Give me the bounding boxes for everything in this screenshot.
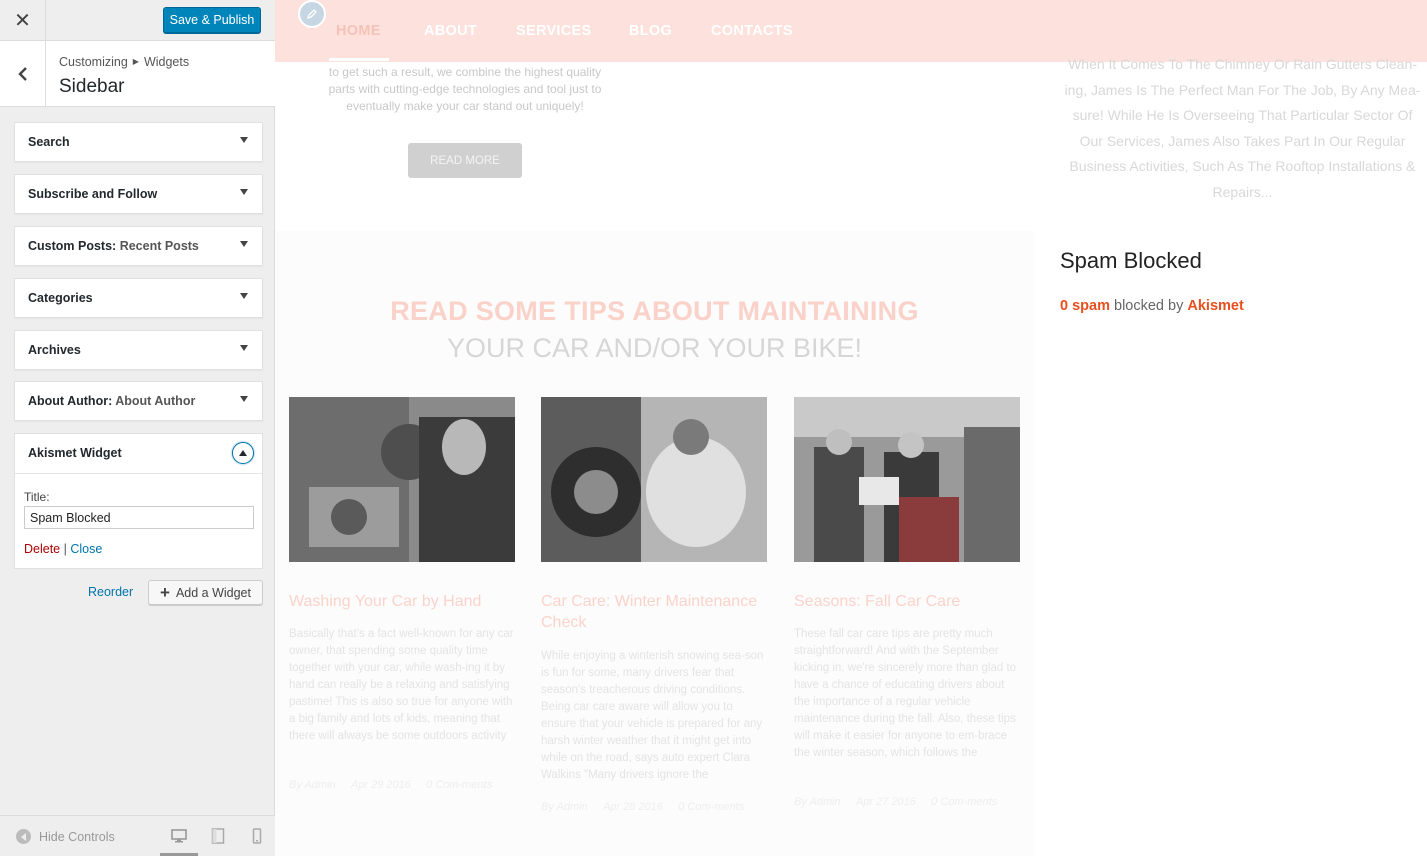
widget-title: About Author: About Author	[28, 394, 196, 408]
widget-title-sub: About Author	[115, 394, 196, 408]
post-comments[interactable]: 0 Com-ments	[426, 779, 492, 791]
expand-arrow-icon[interactable]	[240, 396, 248, 402]
post-date: Apr 29 2016	[350, 779, 411, 791]
post-image-fall[interactable]	[794, 397, 1020, 562]
delete-link[interactable]: Delete	[24, 542, 60, 556]
tips-subheading: YOUR CAR AND/OR YOUR BIKE!	[446, 333, 863, 363]
post-excerpt: Basically that's a fact well-known for a…	[289, 628, 514, 742]
add-widget-button[interactable]: + Add a Widget	[148, 580, 263, 605]
collapse-circle-icon	[16, 829, 31, 844]
widget-title-main: About Author	[28, 394, 109, 408]
read-more-button[interactable]: READ MORE	[408, 143, 522, 178]
customizer-panel: ✕ Save & Publish Customizing ▶ Widgets Sid…	[0, 0, 275, 856]
add-widget-label: Add a Widget	[175, 585, 251, 600]
divider	[15, 473, 262, 474]
widget-subscribe-follow[interactable]: Subscribe and Follow	[14, 174, 263, 214]
widget-title-main: Custom Posts	[28, 239, 113, 253]
post-comments[interactable]: 0 Com-ments	[931, 796, 997, 808]
mobile-preview-icon[interactable]	[249, 828, 265, 844]
post-date: Apr 27 2016	[855, 796, 916, 808]
nav-item-services[interactable]: SERVICES	[516, 23, 591, 39]
back-arrow-icon[interactable]	[0, 41, 46, 107]
spam-count: 0 spam	[1060, 298, 1110, 314]
post-title[interactable]: Seasons: Fall Car Care	[794, 591, 1020, 612]
spam-widget-text: 0 spam blocked by Akismet	[1060, 298, 1244, 314]
post-author[interactable]: By Admin	[794, 796, 841, 808]
post-excerpt: These fall car care tips are pretty much…	[794, 628, 1017, 759]
section-header: Customizing ▶ Widgets Sidebar	[0, 41, 275, 107]
save-publish-button[interactable]: Save & Publish	[163, 7, 261, 33]
nav-item-contacts[interactable]: CONTACTS	[711, 23, 793, 39]
site-preview: HOME ABOUT SERVICES BLOG CONTACTS to get…	[275, 0, 1427, 856]
widget-title: Archives	[28, 343, 81, 357]
widget-title: Akismet Widget	[28, 446, 122, 460]
section-title: Sidebar	[59, 76, 125, 97]
plus-icon: +	[160, 583, 170, 602]
close-icon[interactable]: ✕	[0, 0, 46, 41]
breadcrumb: Customizing ▶ Widgets	[59, 55, 189, 69]
breadcrumb-child: Widgets	[143, 55, 190, 69]
widget-categories[interactable]: Categories	[14, 278, 263, 318]
widget-title: Subscribe and Follow	[28, 187, 158, 201]
customizer-header: ✕ Save & Publish	[0, 0, 275, 41]
nav-item-home[interactable]: HOME	[336, 23, 381, 39]
reorder-link[interactable]: Reorder	[88, 585, 133, 599]
close-link[interactable]: Close	[70, 542, 102, 556]
intro-text: to get such a result, we combine the hig…	[328, 65, 602, 113]
desktop-preview-icon[interactable]	[171, 828, 187, 844]
widget-about-author[interactable]: About Author: About Author	[14, 381, 263, 421]
post-title[interactable]: Car Care: Winter Maintenance Check	[541, 591, 767, 633]
widget-archives[interactable]: Archives	[14, 330, 263, 370]
widget-custom-posts[interactable]: Custom Posts: Recent Posts	[14, 226, 263, 266]
post-image-winter[interactable]	[541, 397, 767, 562]
widget-title: Search	[28, 135, 70, 149]
akismet-link[interactable]: Akismet	[1187, 298, 1243, 314]
nav-active-underline	[329, 58, 389, 61]
widget-title: Categories	[28, 291, 93, 305]
expand-arrow-icon[interactable]	[240, 293, 248, 299]
customizer-footer: Hide Controls	[0, 815, 275, 856]
post-date: Apr 28 2016	[602, 801, 663, 813]
title-field-label: Title:	[24, 490, 50, 504]
post-author[interactable]: By Admin	[289, 779, 336, 791]
widget-title: Custom Posts: Recent Posts	[28, 239, 199, 253]
post-meta: By Admin Apr 27 2016 0 Com-ments	[794, 794, 1020, 811]
post-meta: By Admin Apr 29 2016 0 Com-ments	[289, 777, 515, 794]
edit-shortcut-pencil-icon[interactable]	[298, 0, 326, 28]
expand-arrow-icon[interactable]	[240, 241, 248, 247]
breadcrumb-root: Customizing	[59, 55, 128, 69]
hide-controls-button[interactable]: Hide Controls	[16, 829, 115, 844]
widget-search[interactable]: Search	[14, 122, 263, 162]
tips-heading: READ SOME TIPS ABOUT MAINTAINING	[390, 296, 919, 326]
tablet-preview-icon[interactable]	[210, 828, 226, 844]
actions-separator: |	[63, 542, 67, 556]
title-field[interactable]	[24, 506, 254, 529]
post-meta: By Admin Apr 28 2016 0 Com-ments	[541, 799, 767, 816]
post-comments[interactable]: 0 Com-ments	[678, 801, 744, 813]
spam-widget-title: Spam Blocked	[1060, 248, 1202, 273]
breadcrumb-separator-icon: ▶	[132, 57, 139, 66]
expand-arrow-icon[interactable]	[240, 189, 248, 195]
widget-actions: Delete | Close	[24, 542, 102, 556]
expand-arrow-icon[interactable]	[240, 345, 248, 351]
post-author[interactable]: By Admin	[541, 801, 588, 813]
team-member-text: When It Comes To The Chimney Or Rain Gut…	[1064, 56, 1421, 200]
collapse-arrow-icon[interactable]	[232, 442, 254, 464]
nav-item-blog[interactable]: BLOG	[629, 23, 672, 39]
spam-middle-text: blocked by	[1114, 298, 1184, 314]
nav-item-about[interactable]: ABOUT	[424, 23, 477, 39]
widget-akismet-expanded: Akismet Widget Title: Delete | Close	[14, 433, 263, 569]
expand-arrow-icon[interactable]	[240, 137, 248, 143]
post-title[interactable]: Washing Your Car by Hand	[289, 591, 515, 612]
post-image-washing[interactable]	[289, 397, 515, 562]
hide-controls-label: Hide Controls	[39, 829, 115, 844]
post-excerpt: While enjoying a winterish snowing sea-s…	[541, 650, 764, 781]
widget-title-sub: Recent Posts	[119, 239, 199, 253]
